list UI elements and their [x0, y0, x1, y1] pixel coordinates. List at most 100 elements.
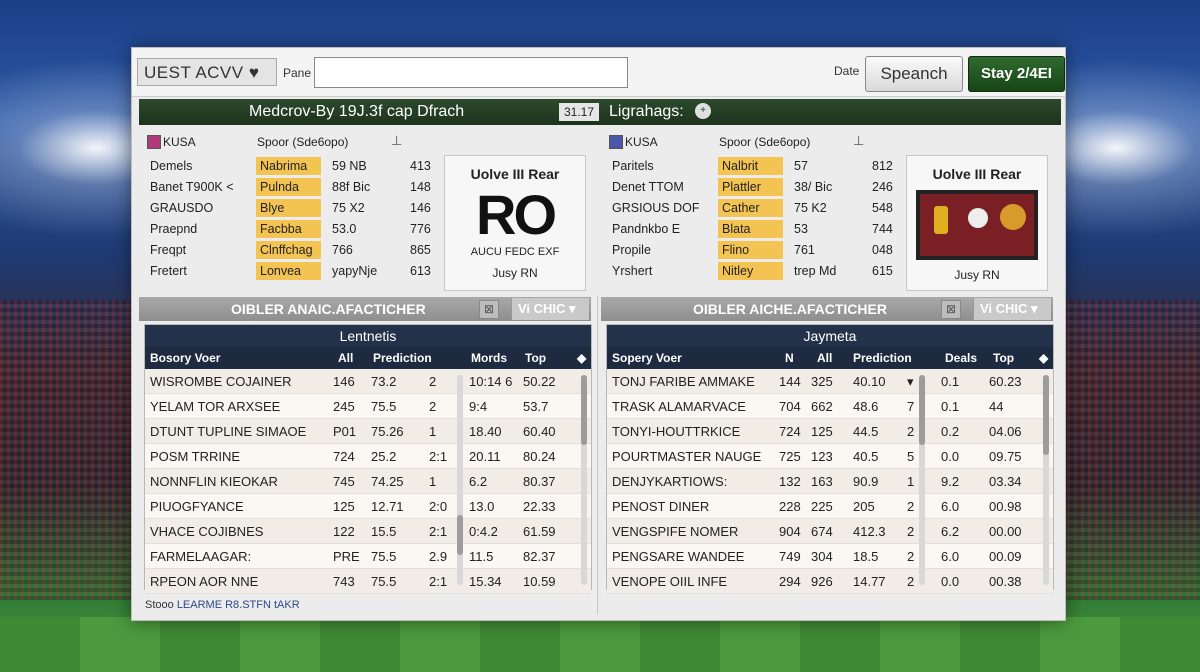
stat-row: GRSIOUS DOF Cather 75 K2 548	[606, 198, 902, 219]
table-row[interactable]: VENOPE OIIL INFE 294 926 14.77 2 0.0 00.38	[607, 569, 1053, 594]
top-bar: UEST ACVV ♥ Pane Date Speanch Stay 2/4EI	[132, 48, 1065, 97]
table-row[interactable]: TONYI-HOUTTRKICE 724 125 44.5 2 0.2 04.06	[607, 419, 1053, 444]
col-header[interactable]: Top	[525, 351, 546, 365]
table-row[interactable]: DENJYKARTIOWS: 132 163 90.9 1 9.2 03.34	[607, 469, 1053, 494]
team-code: KUSA	[163, 135, 196, 149]
stat-player: Nitley	[718, 262, 783, 280]
sort-icon[interactable]: ◆	[1039, 351, 1048, 365]
col-header[interactable]: Sopery Voer	[612, 351, 682, 365]
scrollbar[interactable]	[457, 375, 463, 585]
match-league: Ligrahags:	[609, 103, 684, 120]
row-value: 14.77	[853, 574, 886, 589]
row-value: 2	[907, 574, 915, 589]
sort-icon[interactable]: ◆	[577, 351, 586, 365]
table-row[interactable]: TONJ FARIBE AMMAKE 144 325 40.10 ▾ 0.1 60.23	[607, 369, 1053, 394]
col-header[interactable]: All	[817, 351, 832, 365]
pin-icon[interactable]: ⊥	[853, 133, 864, 149]
table-body: WISROMBE COJAINER 146 73.2 2 10:14 6 50.22 YEL…	[145, 369, 591, 594]
row-value: 0.0	[941, 574, 960, 589]
row-value: 674	[811, 524, 833, 539]
search-input[interactable]	[314, 57, 628, 88]
stat-player: Clnffchag	[256, 241, 321, 259]
row-value: 123	[811, 449, 833, 464]
team-flag-icon	[609, 135, 623, 149]
versus-title: Uolve III Rear	[932, 166, 1022, 182]
table-row[interactable]: TRASK ALAMARVACE 704 662 48.6 7 0.1 44	[607, 394, 1053, 419]
col-header[interactable]: N	[785, 351, 794, 365]
table-row[interactable]: POSM TRRINE 724 25.2 2:1 20.11 80.24	[145, 444, 591, 469]
row-value: 61.59	[523, 524, 556, 539]
row-name: PIUOGFYANCE	[150, 499, 244, 514]
stat-value: yapyNje	[332, 264, 378, 278]
row-value: 125	[333, 499, 355, 514]
row-value: 03.34	[989, 474, 1022, 489]
plus-circle-icon[interactable]: +	[695, 103, 711, 119]
table-row[interactable]: POURTMASTER NAUGE 725 123 40.5 5 0.0 09.75	[607, 444, 1053, 469]
view-dropdown[interactable]: Vi CHIC ▾	[973, 298, 1051, 320]
view-dropdown[interactable]: Vi CHIC ▾	[511, 298, 589, 320]
scrollbar[interactable]	[581, 375, 587, 585]
col-header[interactable]: Deals	[945, 351, 977, 365]
col-header[interactable]: Bosory Voer	[150, 351, 220, 365]
row-value: 749	[779, 549, 801, 564]
col-header[interactable]: Prediction	[373, 351, 432, 365]
col-header[interactable]: All	[338, 351, 353, 365]
search-button[interactable]: Speanch	[865, 56, 963, 92]
col-header[interactable]: Top	[993, 351, 1014, 365]
row-value: 04.06	[989, 424, 1022, 439]
row-value: 1	[429, 474, 437, 489]
row-value: 9:4	[469, 399, 488, 414]
row-value: 0.1	[941, 374, 960, 389]
col-header[interactable]: Mords	[471, 351, 507, 365]
scrollbar[interactable]	[919, 375, 925, 585]
table-row[interactable]: VHACE COJIBNES 122 15.5 2:1 0:4.2 61.59	[145, 519, 591, 544]
stat-row: Fretert Lonvea yapyNje 613	[144, 261, 440, 282]
table-row[interactable]: RPEON AOR NNE 743 75.5 2:1 15.34 10.59	[145, 569, 591, 594]
predictions-table-right: Jaymeta Sopery Voer N All Prediction Dea…	[606, 324, 1054, 594]
row-value: 412.3	[853, 524, 886, 539]
table-row[interactable]: PENOST DINER 228 225 205 2 6.0 00.98	[607, 494, 1053, 519]
stat-row: Paritels Nalbrit 57 812	[606, 156, 902, 177]
stat-value: 615	[872, 264, 893, 278]
table-row[interactable]: VENGSPIFE NOMER 904 674 412.3 2 6.2 00.00	[607, 519, 1053, 544]
stat-value: trep Md	[794, 264, 837, 278]
row-name: WISROMBE COJAINER	[150, 374, 292, 389]
table-row[interactable]: WISROMBE COJAINER 146 73.2 2 10:14 6 50.22	[145, 369, 591, 394]
row-name: PENOST DINER	[612, 499, 710, 514]
stay-button[interactable]: Stay 2/4EI	[968, 56, 1065, 92]
section-header-left: OIBLER ANAIC.AFACTICHER ⊠ Vi CHIC ▾	[139, 297, 591, 321]
footer-link[interactable]: LEARME R8.STFN tAKR	[177, 599, 300, 611]
table-row[interactable]: YELAM TOR ARXSEE 245 75.5 2 9:4 53.7	[145, 394, 591, 419]
row-value: 13.0	[469, 499, 495, 514]
stat-value: 88f Bic	[332, 180, 371, 194]
row-value: 745	[333, 474, 355, 489]
row-name: POURTMASTER NAUGE	[612, 449, 762, 464]
row-value: 22.33	[523, 499, 556, 514]
stat-row: Pandnkbo E Blata 53 744	[606, 219, 902, 240]
table-row[interactable]: DTUNT TUPLINE SIMAOE P01 75.26 1 18.40 60.40	[145, 419, 591, 444]
stat-row: Praepnd Facbba 53.0 776	[144, 219, 440, 240]
stat-name: GRAUSDO	[150, 201, 214, 215]
pitch-background	[0, 617, 1200, 672]
pin-icon[interactable]: ⊥	[391, 133, 402, 149]
table-row[interactable]: FARMELAAGAR: PRE 75.5 2.9 11.5 82.37	[145, 544, 591, 569]
table-row[interactable]: PIUOGFYANCE 125 12.71 2:0 13.0 22.33	[145, 494, 591, 519]
table-caption: Jaymeta	[607, 325, 1053, 347]
collapse-icon[interactable]: ⊠	[479, 300, 499, 319]
table-row[interactable]: NONNFLIN KIEOKAR 745 74.25 1 6.2 80.37	[145, 469, 591, 494]
panel-divider	[597, 296, 598, 614]
row-value: 228	[779, 499, 801, 514]
row-value: 926	[811, 574, 833, 589]
match-code-badge: 31.17	[559, 103, 599, 121]
col-header[interactable]: Prediction	[853, 351, 912, 365]
stat-player: Blye	[256, 199, 321, 217]
collapse-icon[interactable]: ⊠	[941, 300, 961, 319]
stat-name: Denet TTOM	[612, 180, 684, 194]
scrollbar[interactable]	[1043, 375, 1049, 585]
stat-value: 59 NB	[332, 159, 367, 173]
row-value: 10.59	[523, 574, 556, 589]
row-value: 2	[429, 399, 437, 414]
row-value: 20.11	[469, 449, 501, 464]
table-row[interactable]: PENGSARE WANDEE 749 304 18.5 2 6.0 00.09	[607, 544, 1053, 569]
row-value: 40.10	[853, 374, 886, 389]
